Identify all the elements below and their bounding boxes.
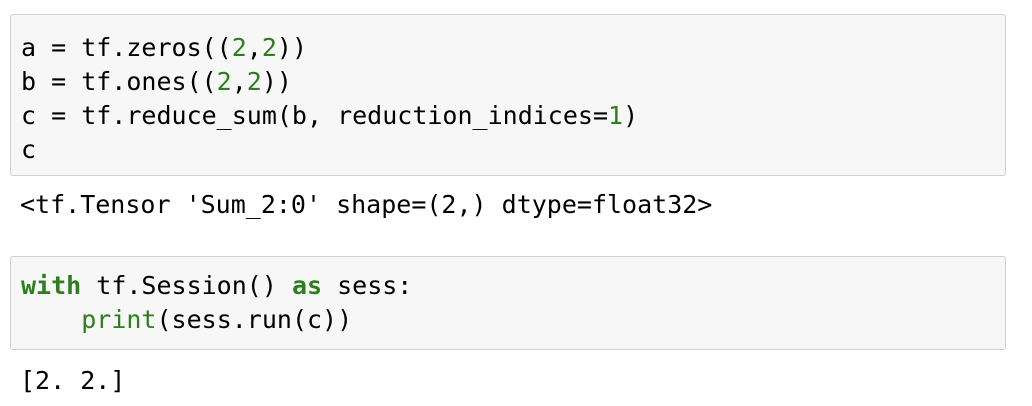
code-token: )) [261,67,292,96]
kw-token: as [291,271,323,300]
code-token: , [246,33,262,62]
code-token: (sess.run(c)) [156,305,353,334]
num-token: 1 [608,101,624,130]
code-token: )) [276,33,308,62]
code-token: , [231,67,247,96]
code-line: b = tf.ones((2,2)) [21,65,292,99]
num-token: 2 [216,67,232,96]
num-token: 2 [261,33,277,62]
code-line: print(sess.run(c)) [21,303,352,337]
code-token: c [21,135,37,164]
code-cell-1-output: <tf.Tensor 'Sum_2:0' shape=(2,) dtype=fl… [20,190,713,219]
code-token: c = tf.reduce_sum(b, reduction_indices= [21,101,608,130]
code-cell-2-input[interactable]: with tf.Session() as sess: print(sess.ru… [10,256,1006,350]
code-token: sess: [322,271,413,300]
code-token: tf.Session() [81,271,292,300]
code-token: b = tf.ones(( [21,67,217,96]
code-token: ) [623,101,639,130]
code-line: a = tf.zeros((2,2)) [21,31,307,65]
code-cell-2-output: [2. 2.] [20,366,126,395]
num-token: 2 [231,33,247,62]
code-line: c = tf.reduce_sum(b, reduction_indices=1… [21,99,638,133]
kw-token: with [21,271,82,300]
builtin-token: print [81,305,157,334]
code-line: c [21,133,36,167]
code-line: with tf.Session() as sess: [21,269,412,303]
code-cell-1-input[interactable]: a = tf.zeros((2,2)) b = tf.ones((2,2)) c… [10,14,1006,176]
num-token: 2 [246,67,262,96]
code-token: a = tf.zeros(( [21,33,232,62]
